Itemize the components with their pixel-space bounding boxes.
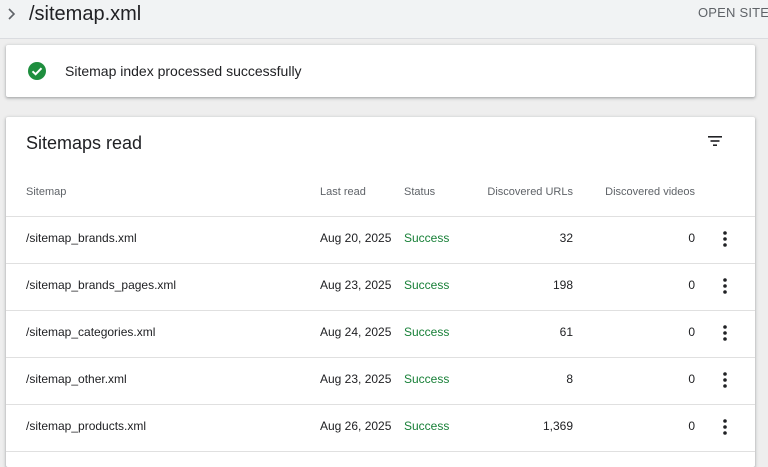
more-vert-icon[interactable] bbox=[716, 275, 734, 297]
table-row[interactable]: /sitemap_categories.xml Aug 24, 2025 Suc… bbox=[6, 311, 755, 358]
sitemaps-read-card: Sitemaps read Sitemap Last read Status D… bbox=[6, 117, 755, 467]
sitemap-url: /sitemap_products.xml bbox=[26, 419, 147, 433]
top-bar: /sitemap.xml OPEN SITEMAP bbox=[0, 0, 768, 39]
discovered-videos-count: 0 bbox=[688, 372, 695, 386]
more-vert-icon[interactable] bbox=[716, 228, 734, 250]
sitemap-url: /sitemap_other.xml bbox=[26, 372, 127, 386]
status-badge: Success bbox=[404, 278, 450, 292]
discovered-urls-count: 8 bbox=[566, 372, 573, 386]
column-header-sitemap[interactable]: Sitemap bbox=[26, 185, 66, 199]
sitemap-url: /sitemap_brands_pages.xml bbox=[26, 278, 177, 292]
last-read-date: Aug 26, 2025 bbox=[320, 419, 392, 433]
filter-icon[interactable] bbox=[706, 132, 724, 150]
table-row[interactable]: /sitemap_other.xml Aug 23, 2025 Success … bbox=[6, 358, 755, 405]
discovered-urls-count: 61 bbox=[559, 325, 573, 339]
more-vert-icon[interactable] bbox=[716, 369, 734, 391]
open-sitemap-link[interactable]: OPEN SITEMAP bbox=[698, 5, 768, 21]
last-read-date: Aug 20, 2025 bbox=[320, 231, 392, 245]
discovered-urls-count: 198 bbox=[552, 278, 573, 292]
status-badge: Success bbox=[404, 419, 450, 433]
sitemap-url: /sitemap_categories.xml bbox=[26, 325, 156, 339]
sitemaps-table: Sitemap Last read Status Discovered URLs… bbox=[6, 167, 755, 452]
last-read-date: Aug 24, 2025 bbox=[320, 325, 392, 339]
chevron-right-icon[interactable] bbox=[4, 6, 20, 22]
column-header-status[interactable]: Status bbox=[404, 185, 435, 199]
page-title: /sitemap.xml bbox=[29, 3, 142, 25]
column-header-discovered-urls[interactable]: Discovered URLs bbox=[487, 185, 573, 199]
table-row[interactable]: /sitemap_products.xml Aug 26, 2025 Succe… bbox=[6, 405, 755, 452]
discovered-videos-count: 0 bbox=[688, 231, 695, 245]
table-header: Sitemap Last read Status Discovered URLs… bbox=[6, 167, 755, 217]
more-vert-icon[interactable] bbox=[716, 416, 734, 438]
status-card: Sitemap index processed successfully bbox=[6, 45, 755, 97]
check-circle-icon bbox=[28, 62, 46, 80]
table-row[interactable]: /sitemap_brands.xml Aug 20, 2025 Success… bbox=[6, 217, 755, 264]
status-message: Sitemap index processed successfully bbox=[65, 63, 302, 79]
status-badge: Success bbox=[404, 231, 450, 245]
discovered-videos-count: 0 bbox=[688, 278, 695, 292]
column-header-discovered-videos[interactable]: Discovered videos bbox=[605, 185, 695, 199]
status-badge: Success bbox=[404, 372, 450, 386]
card-title: Sitemaps read bbox=[26, 133, 143, 153]
discovered-urls-count: 1,369 bbox=[542, 419, 573, 433]
more-vert-icon[interactable] bbox=[716, 322, 734, 344]
table-row[interactable]: /sitemap_brands_pages.xml Aug 23, 2025 S… bbox=[6, 264, 755, 311]
discovered-videos-count: 0 bbox=[688, 325, 695, 339]
discovered-videos-count: 0 bbox=[688, 419, 695, 433]
status-badge: Success bbox=[404, 325, 450, 339]
sitemap-url: /sitemap_brands.xml bbox=[26, 231, 137, 245]
discovered-urls-count: 32 bbox=[559, 231, 573, 245]
column-header-last-read[interactable]: Last read bbox=[320, 185, 366, 199]
last-read-date: Aug 23, 2025 bbox=[320, 278, 392, 292]
last-read-date: Aug 23, 2025 bbox=[320, 372, 392, 386]
